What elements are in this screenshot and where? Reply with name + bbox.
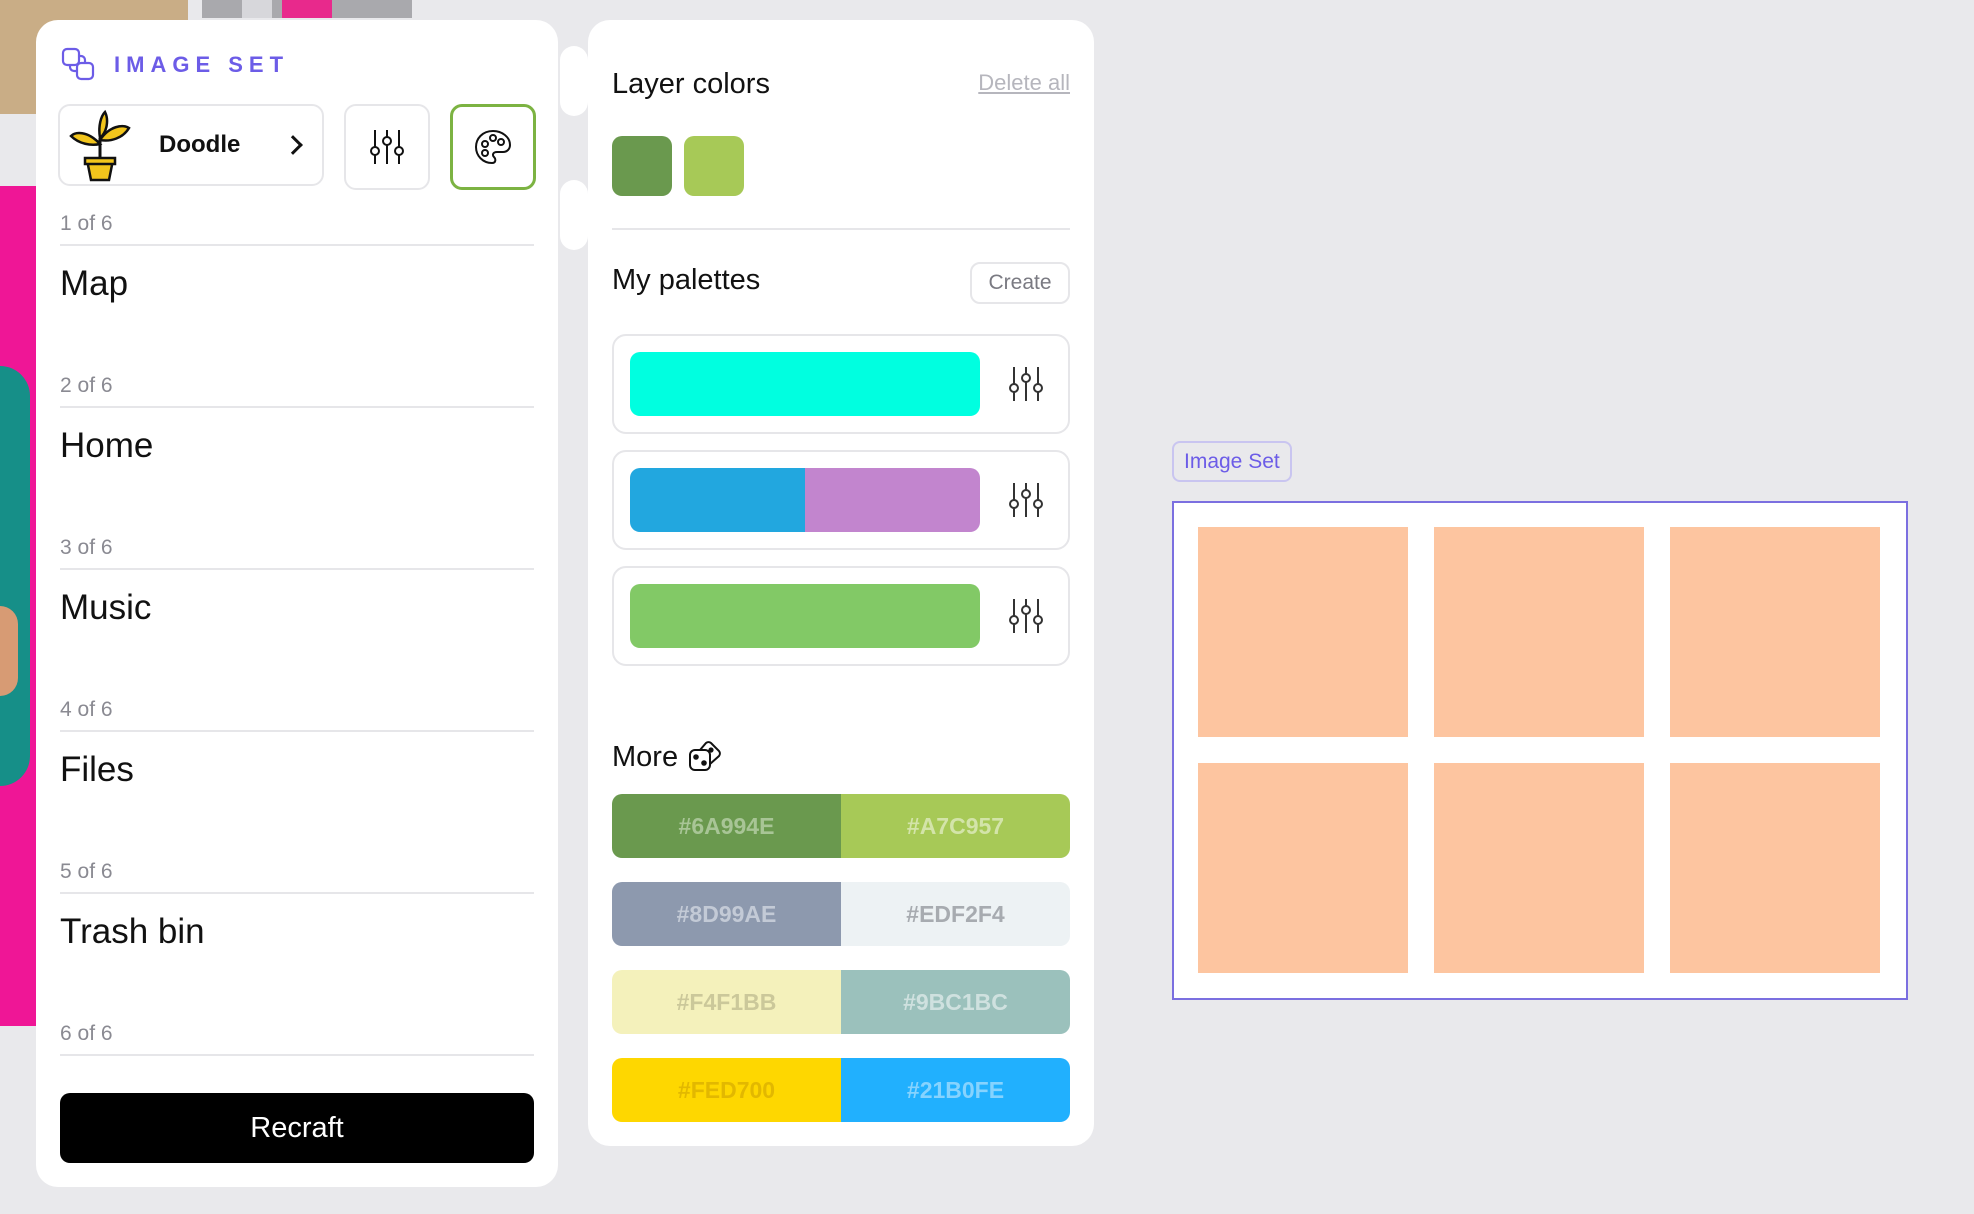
palette-card[interactable]	[612, 450, 1070, 550]
image-set-panel: IMAGE SET Doodle 1 of 6 Map 2 of 6 Home …	[36, 20, 558, 1187]
style-name: Doodle	[159, 131, 241, 158]
style-selector-button[interactable]: Doodle	[58, 104, 324, 186]
color-swatch[interactable]: #21B0FE	[841, 1058, 1070, 1122]
color-swatch[interactable]: #6A994E	[612, 794, 841, 858]
color-swatch[interactable]: #A7C957	[841, 794, 1070, 858]
image-placeholder[interactable]	[1670, 763, 1880, 973]
sliders-icon	[370, 130, 404, 164]
color-pair: #8D99AE #EDF2F4	[612, 882, 1070, 946]
layer-color-swatch[interactable]	[684, 136, 744, 196]
sliders-icon[interactable]	[1006, 596, 1046, 636]
palette-card[interactable]	[612, 334, 1070, 434]
color-pair: #F4F1BB #9BC1BC	[612, 970, 1070, 1034]
panel-connector	[560, 180, 588, 250]
panel-connector	[560, 46, 588, 116]
layer-colors-title: Layer colors	[612, 68, 770, 100]
sliders-icon[interactable]	[1006, 480, 1046, 520]
sliders-icon[interactable]	[1006, 364, 1046, 404]
color-swatch[interactable]: #FED700	[612, 1058, 841, 1122]
more-title: More	[612, 740, 679, 773]
palette-swatch-bar[interactable]	[630, 584, 980, 648]
image-placeholder[interactable]	[1434, 527, 1644, 737]
image-set-icon	[61, 47, 95, 81]
image-set-title: IMAGE SET	[114, 52, 290, 77]
color-swatch[interactable]: #F4F1BB	[612, 970, 841, 1034]
canvas-artwork-photo	[202, 0, 412, 18]
section-count: 2 of 6	[60, 374, 534, 408]
section-1: 1 of 6	[60, 212, 534, 304]
section-prompt-input[interactable]	[60, 912, 534, 952]
section-count: 4 of 6	[60, 698, 534, 732]
my-palettes-title: My palettes	[612, 264, 761, 296]
palette-swatch-bar[interactable]	[630, 352, 980, 416]
palette-icon	[474, 129, 512, 165]
dice-icon[interactable]	[686, 738, 724, 776]
section-count: 3 of 6	[60, 536, 534, 570]
frame-label[interactable]: Image Set	[1172, 441, 1292, 482]
palette-color-segment	[630, 352, 980, 416]
color-swatch[interactable]: #EDF2F4	[841, 882, 1070, 946]
image-placeholder[interactable]	[1434, 763, 1644, 973]
more-header: More	[612, 738, 724, 776]
image-placeholder[interactable]	[1198, 527, 1408, 737]
color-swatch[interactable]: #9BC1BC	[841, 970, 1070, 1034]
style-thumbnail	[63, 108, 137, 182]
layer-color-swatch[interactable]	[612, 136, 672, 196]
section-count: 1 of 6	[60, 212, 534, 246]
image-placeholder[interactable]	[1670, 527, 1880, 737]
doodle-plant-icon	[69, 109, 131, 182]
color-pair: #6A994E #A7C957	[612, 794, 1070, 858]
image-placeholder[interactable]	[1198, 763, 1408, 973]
palette-card[interactable]	[612, 566, 1070, 666]
section-4: 4 of 6	[60, 698, 534, 790]
palette-swatch-bar[interactable]	[630, 468, 980, 532]
colors-panel: Layer colors Delete all My palettes Crea…	[588, 20, 1094, 1146]
section-5: 5 of 6	[60, 860, 534, 952]
section-prompt-input[interactable]	[60, 588, 534, 628]
chevron-right-icon	[283, 135, 303, 155]
create-palette-button[interactable]: Create	[970, 262, 1070, 304]
divider	[612, 228, 1070, 230]
section-count: 6 of 6	[60, 1022, 534, 1056]
section-count: 5 of 6	[60, 860, 534, 894]
palette-color-segment	[630, 584, 980, 648]
canvas-artwork-figure	[0, 186, 40, 1026]
settings-button[interactable]	[344, 104, 430, 190]
section-2: 2 of 6	[60, 374, 534, 466]
palette-color-segment	[630, 468, 805, 532]
image-set-header: IMAGE SET	[60, 46, 289, 84]
section-prompt-input[interactable]	[60, 750, 534, 790]
section-prompt-input[interactable]	[60, 264, 534, 304]
color-swatch[interactable]: #8D99AE	[612, 882, 841, 946]
delete-all-link[interactable]: Delete all	[978, 70, 1070, 96]
palette-color-segment	[805, 468, 980, 532]
color-pair: #FED700 #21B0FE	[612, 1058, 1070, 1122]
section-prompt-input[interactable]	[60, 426, 534, 466]
section-3: 3 of 6	[60, 536, 534, 628]
recraft-button[interactable]: Recraft	[60, 1093, 534, 1163]
section-6: 6 of 6	[60, 1022, 534, 1056]
colors-button[interactable]	[450, 104, 536, 190]
image-set-frame[interactable]	[1172, 501, 1908, 1000]
